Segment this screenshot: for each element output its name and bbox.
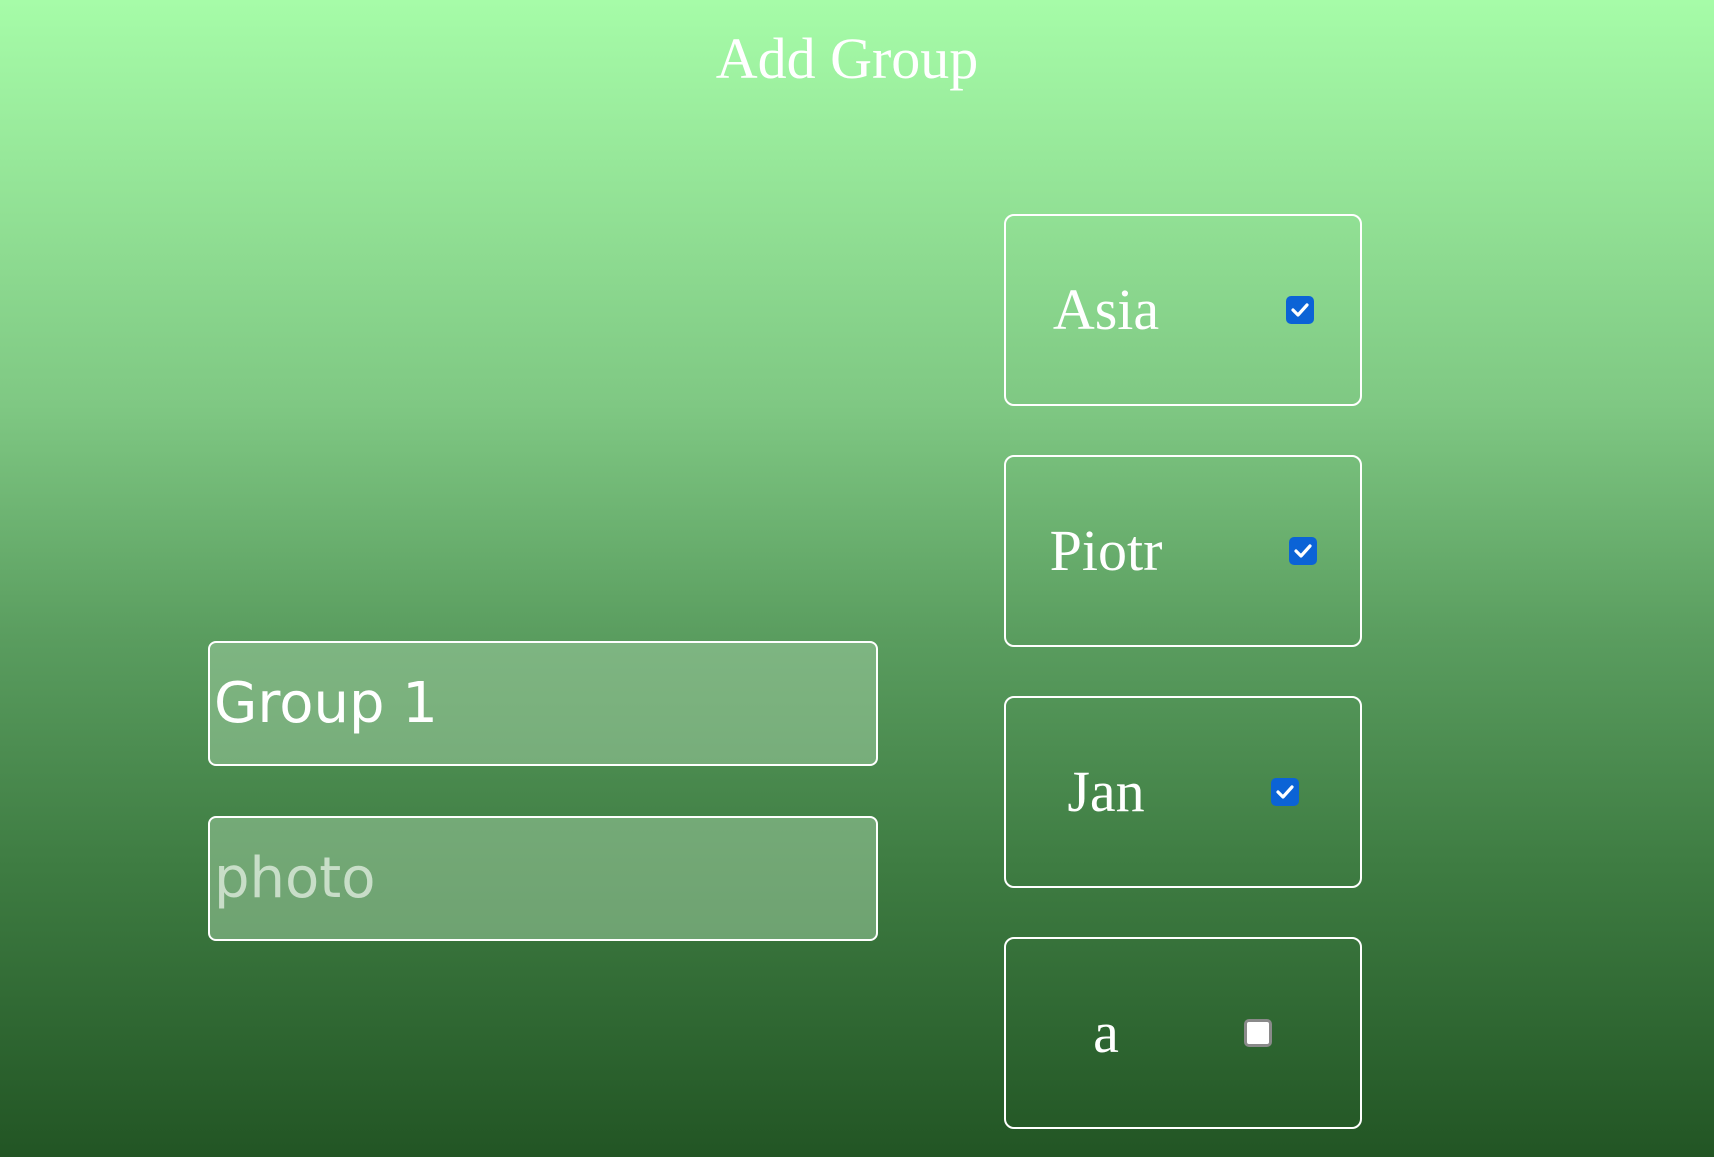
group-name-input[interactable] bbox=[208, 641, 878, 766]
member-checkbox[interactable] bbox=[1244, 1019, 1272, 1047]
member-card-piotr[interactable]: Piotr bbox=[1004, 455, 1362, 647]
member-card-asia[interactable]: Asia bbox=[1004, 214, 1362, 406]
member-checkbox[interactable] bbox=[1286, 296, 1314, 324]
member-card-jan[interactable]: Jan bbox=[1004, 696, 1362, 888]
checkmark-icon bbox=[1276, 785, 1294, 799]
member-checkbox[interactable] bbox=[1271, 778, 1299, 806]
member-checkbox[interactable] bbox=[1289, 537, 1317, 565]
page-title: Add Group bbox=[715, 26, 979, 91]
photo-input[interactable] bbox=[208, 816, 878, 941]
member-name: Jan bbox=[1067, 759, 1145, 824]
checkmark-icon bbox=[1291, 303, 1309, 317]
member-card-a[interactable]: a bbox=[1004, 937, 1362, 1129]
member-name: Piotr bbox=[1049, 518, 1163, 583]
member-name: a bbox=[1093, 1000, 1119, 1065]
checkmark-icon bbox=[1294, 544, 1312, 558]
member-name: Asia bbox=[1052, 277, 1160, 342]
